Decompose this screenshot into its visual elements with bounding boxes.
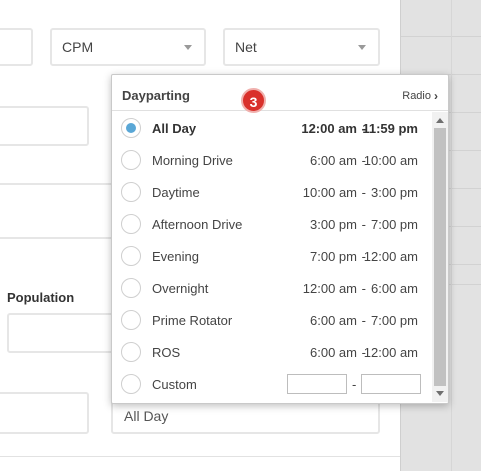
radio-button[interactable] xyxy=(121,182,141,202)
daypart-option[interactable]: Prime Rotator 6:00 am -7:00 pm xyxy=(112,304,432,336)
radio-link[interactable]: Radio › xyxy=(402,89,438,103)
time-separator: - xyxy=(361,312,366,328)
time-separator: - xyxy=(361,280,366,296)
text-input[interactable] xyxy=(0,183,116,239)
rate-type-select[interactable]: Net xyxy=(223,28,380,66)
radio-button[interactable] xyxy=(121,342,141,362)
end-time: 12:00 am xyxy=(363,344,418,360)
radio-button[interactable] xyxy=(121,150,141,170)
end-time: 11:59 pm xyxy=(362,120,418,136)
start-time: 12:00 am xyxy=(301,120,357,136)
daypart-option[interactable]: Evening 7:00 pm -12:00 am xyxy=(112,240,432,272)
grid-line xyxy=(451,0,452,471)
chevron-down-icon xyxy=(358,45,366,50)
daypart-option[interactable]: ROS 6:00 am -12:00 am xyxy=(112,336,432,368)
end-time: 7:00 pm xyxy=(371,312,418,328)
radio-button[interactable] xyxy=(121,246,141,266)
text-input[interactable] xyxy=(0,392,89,434)
grid-line xyxy=(401,36,481,37)
radio-button[interactable] xyxy=(121,310,141,330)
time-separator: - xyxy=(352,376,357,392)
end-time: 10:00 am xyxy=(363,152,418,168)
radio-button[interactable] xyxy=(121,278,141,298)
text-input[interactable] xyxy=(0,106,89,146)
option-label: Morning Drive xyxy=(152,152,233,168)
cost-type-select[interactable]: CPM xyxy=(50,28,206,66)
option-label: All Day xyxy=(152,120,197,136)
start-time: 6:00 am xyxy=(310,152,357,168)
custom-start-input[interactable] xyxy=(287,374,347,394)
population-input[interactable] xyxy=(7,313,117,353)
popup-header: Dayparting 3 Radio › xyxy=(112,75,448,113)
daypart-option[interactable]: Morning Drive 6:00 am -10:00 am xyxy=(112,144,432,176)
start-time: 3:00 pm xyxy=(310,216,357,232)
radio-link-label: Radio xyxy=(402,90,431,102)
end-time: 7:00 pm xyxy=(371,216,418,232)
start-time: 6:00 am xyxy=(310,312,357,328)
start-time: 12:00 am xyxy=(302,280,357,296)
daypart-option[interactable]: Daytime 10:00 am -3:00 pm xyxy=(112,176,432,208)
radio-button[interactable] xyxy=(121,214,141,234)
chevron-right-icon: › xyxy=(434,89,438,103)
radio-button[interactable] xyxy=(121,374,141,394)
daypart-value: All Day xyxy=(124,408,169,424)
daypart-option[interactable]: Afternoon Drive 3:00 pm -7:00 pm xyxy=(112,208,432,240)
daypart-option-custom[interactable]: Custom - xyxy=(112,368,432,400)
divider xyxy=(0,456,400,457)
option-label: Custom xyxy=(152,376,197,392)
option-label: Afternoon Drive xyxy=(152,216,243,232)
end-time: 6:00 am xyxy=(371,280,418,296)
rate-type-value: Net xyxy=(235,39,257,55)
dayparting-popup: Dayparting 3 Radio › All Day 12:00 am -11:… xyxy=(111,74,449,404)
start-time: 10:00 am xyxy=(302,184,357,200)
option-label: Daytime xyxy=(152,184,200,200)
popup-title: Dayparting xyxy=(122,88,190,103)
option-label: Evening xyxy=(152,248,199,264)
radio-button[interactable] xyxy=(121,118,141,138)
chevron-down-icon xyxy=(184,45,192,50)
scroll-down-arrow-icon[interactable] xyxy=(436,391,444,396)
option-label: ROS xyxy=(152,344,181,360)
option-label: Overnight xyxy=(152,280,209,296)
text-input[interactable] xyxy=(0,28,33,66)
start-time: 6:00 am xyxy=(310,344,357,360)
scroll-thumb[interactable] xyxy=(434,128,446,386)
option-label: Prime Rotator xyxy=(152,312,233,328)
cost-type-value: CPM xyxy=(62,39,94,55)
scrollbar[interactable] xyxy=(432,112,448,402)
time-separator: - xyxy=(361,216,366,232)
start-time: 7:00 pm xyxy=(310,248,357,264)
end-time: 12:00 am xyxy=(363,248,418,264)
population-label: Population xyxy=(7,290,75,305)
custom-end-input[interactable] xyxy=(361,374,421,394)
daypart-option[interactable]: All Day 12:00 am -11:59 pm xyxy=(112,112,432,144)
scroll-up-arrow-icon[interactable] xyxy=(436,118,444,123)
step-badge: 3 xyxy=(241,88,266,113)
daypart-option[interactable]: Overnight 12:00 am -6:00 am xyxy=(112,272,432,304)
end-time: 3:00 pm xyxy=(371,184,418,200)
time-separator: - xyxy=(361,184,366,200)
